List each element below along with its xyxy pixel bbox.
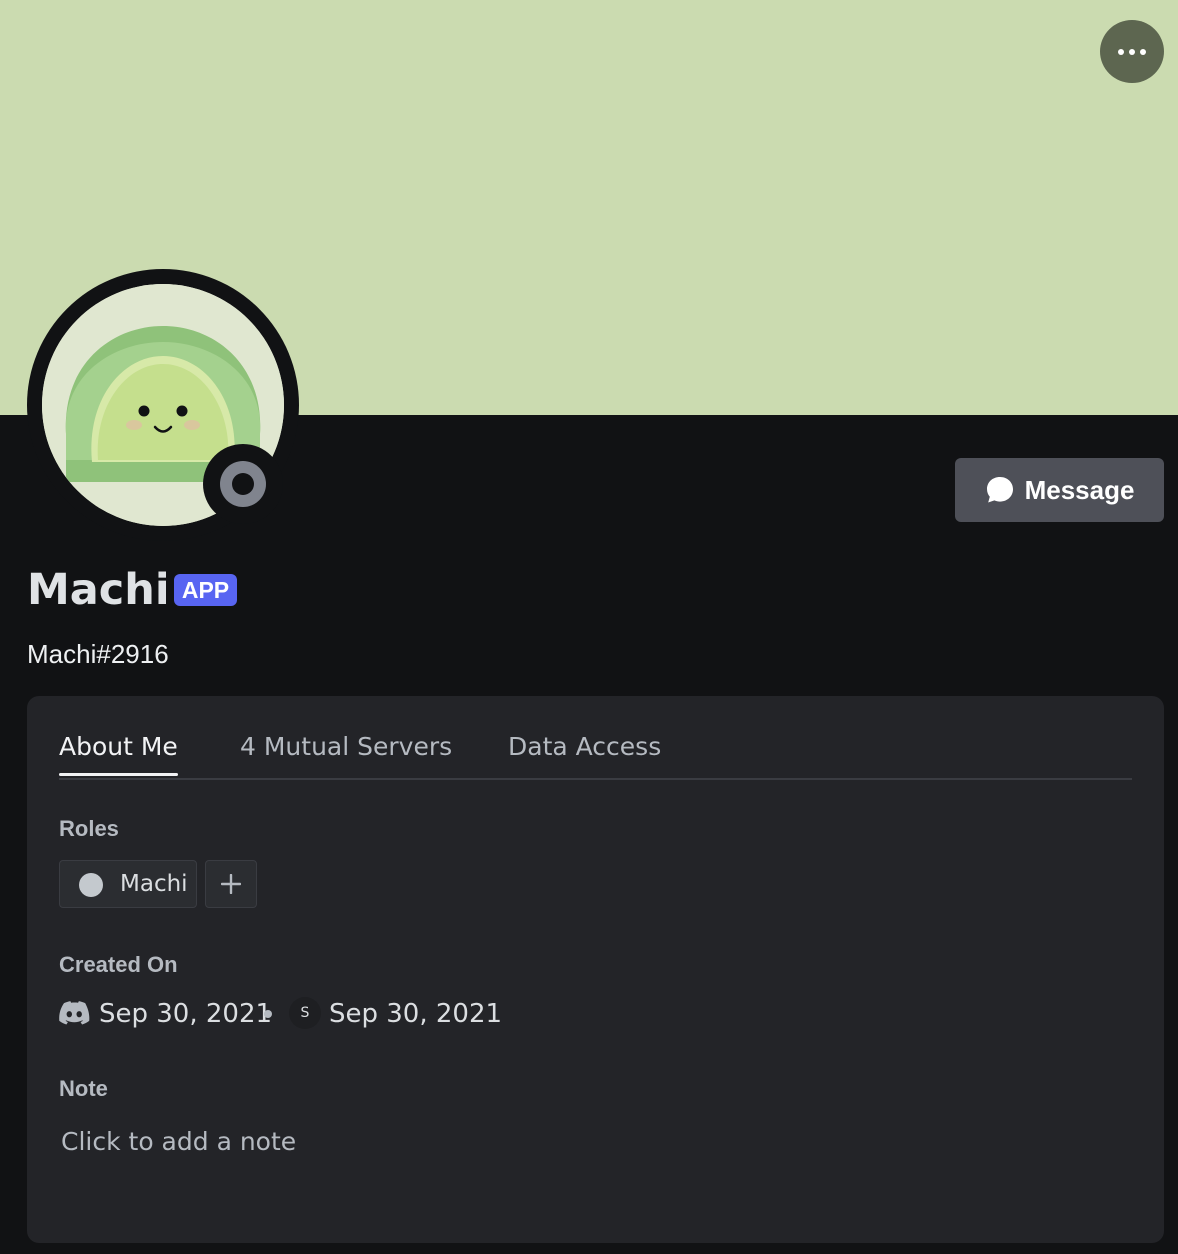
- role-pill[interactable]: Machi: [59, 860, 197, 908]
- plus-icon: [221, 874, 241, 894]
- created-on-heading: Created On: [59, 952, 178, 977]
- discord-join-date: Sep 30, 2021: [99, 999, 273, 1029]
- message-button-label: Message: [1024, 474, 1135, 505]
- note-input[interactable]: Click to add a note: [59, 1122, 1134, 1162]
- role-color-icon[interactable]: [79, 873, 103, 897]
- note-heading: Note: [59, 1076, 108, 1101]
- tab-data-access[interactable]: Data Access: [508, 724, 661, 770]
- profile-tabs: About Me 4 Mutual Servers Data Access: [59, 724, 1132, 780]
- server-icon[interactable]: S: [289, 997, 321, 1029]
- tab-about-me[interactable]: About Me: [59, 724, 178, 776]
- more-options-button[interactable]: [1100, 20, 1164, 83]
- server-join-date: Sep 30, 2021: [329, 999, 503, 1029]
- chat-bubble-icon: [986, 477, 1013, 503]
- tab-mutual-servers[interactable]: 4 Mutual Servers: [240, 724, 452, 770]
- discord-logo-icon: [59, 1001, 90, 1025]
- created-on-row: Sep 30, 2021 S Sep 30, 2021: [59, 994, 659, 1034]
- display-name: Machi: [27, 565, 170, 615]
- offline-status-icon: [220, 461, 266, 507]
- role-name: Machi: [120, 871, 188, 897]
- username[interactable]: Machi#2916: [27, 638, 169, 670]
- user-profile-panel: Message Machi APP Machi#2916 About Me 4 …: [0, 0, 1178, 1254]
- message-button[interactable]: Message: [955, 458, 1164, 522]
- profile-details-card: About Me 4 Mutual Servers Data Access Ro…: [27, 696, 1164, 1243]
- more-horizontal-icon: [1118, 48, 1146, 55]
- separator-dot: [264, 1010, 272, 1018]
- roles-heading: Roles: [59, 816, 119, 841]
- app-badge: APP: [174, 574, 237, 606]
- add-role-button[interactable]: [205, 860, 257, 908]
